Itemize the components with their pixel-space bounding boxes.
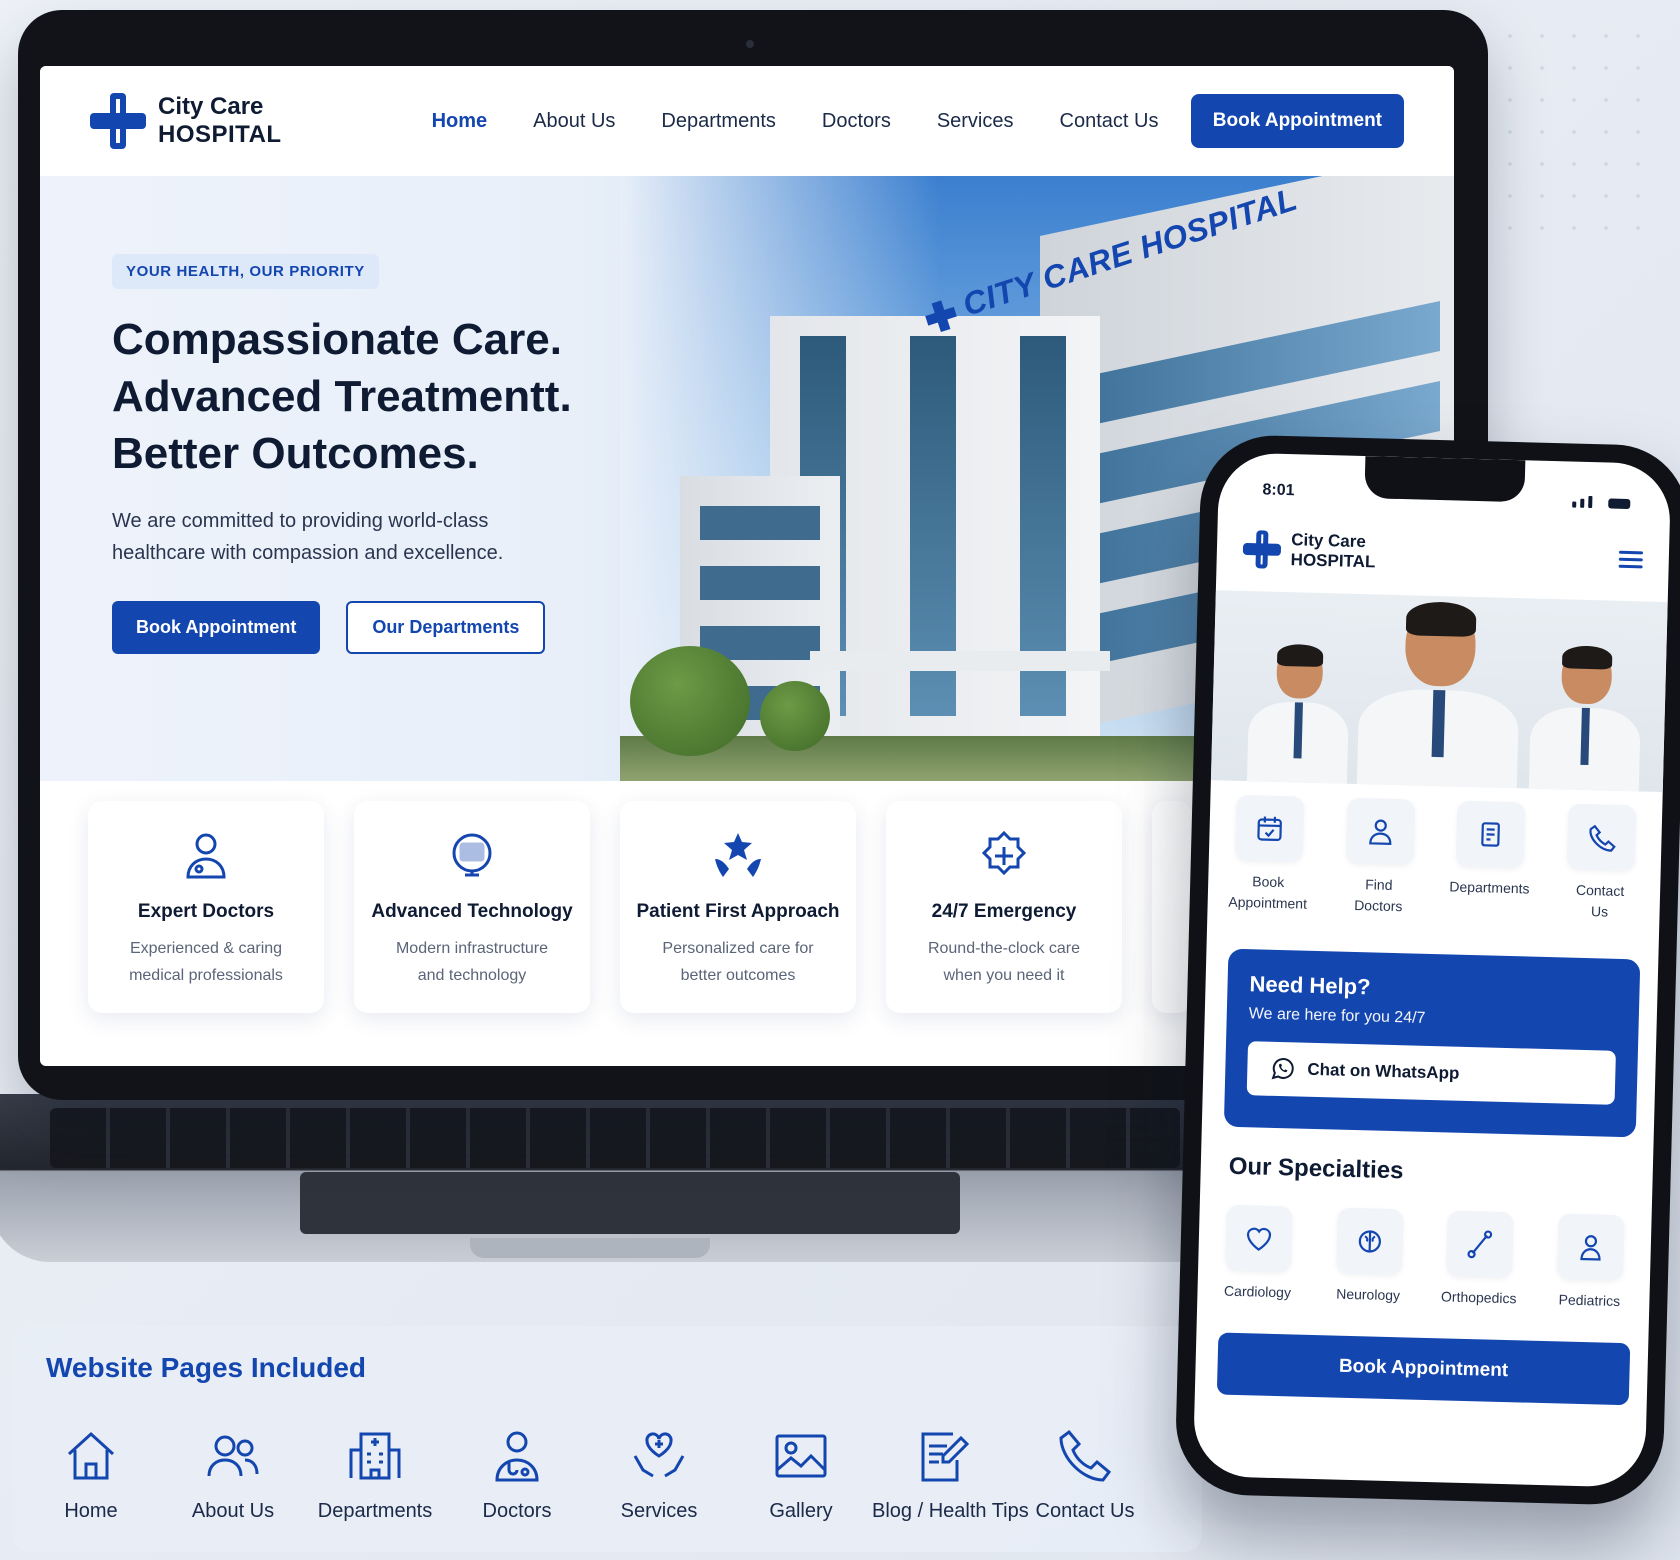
page-item-blog-health-tips[interactable]: Blog / Health Tips (872, 1426, 1029, 1523)
laptop-notch (470, 1238, 710, 1258)
navbar: City Care HOSPITAL Home About Us Departm… (40, 66, 1454, 176)
pages-panel-title: Website Pages Included (46, 1352, 367, 1383)
laptop-touchpad (300, 1172, 960, 1234)
logo-line-1: City Care (158, 93, 264, 121)
doctor-icon (179, 829, 233, 883)
specialty-pediatrics[interactable]: Pediatrics (1537, 1213, 1643, 1310)
doctors-photo (1210, 590, 1668, 792)
brain-icon (1358, 1230, 1381, 1253)
specialties-title: Our Specialties (1228, 1152, 1404, 1185)
hero-subtext: We are committed to providing world-clas… (112, 509, 504, 564)
feature-card-patient-first[interactable]: Patient First Approach Personalized care… (620, 801, 856, 1013)
website-pages-panel: Website Pages Included Home About Us Dep… (12, 1326, 1202, 1552)
building-icon (1481, 822, 1501, 847)
specialty-orthopedics[interactable]: Orthopedics (1427, 1210, 1533, 1307)
phone-icon (1059, 1429, 1112, 1482)
edit-icon (921, 1432, 970, 1482)
page-item-contact-us[interactable]: Contact Us (1014, 1426, 1156, 1523)
features-row: Expert Doctors Experienced & caring medic… (88, 801, 1192, 1013)
page-item-departments[interactable]: Departments (304, 1426, 446, 1523)
calendar-icon (1257, 816, 1282, 842)
specialty-neurology[interactable]: Neurology (1316, 1207, 1422, 1304)
nav-services[interactable]: Services (937, 110, 1014, 133)
hero-book-appointment-button[interactable]: Book Appointment (112, 600, 321, 654)
monitor-icon (445, 829, 499, 883)
phone-icon (1589, 824, 1616, 852)
medical-cross-icon (1242, 530, 1281, 569)
whatsapp-icon (1271, 1058, 1294, 1080)
doctor-icon (495, 1431, 539, 1482)
emergency-icon (977, 829, 1031, 883)
our-departments-button[interactable]: Our Departments (346, 600, 546, 654)
quick-find-doctors[interactable]: Find Doctors (1326, 797, 1433, 918)
specialties-list: Cardiology Neurology Orthopedics Pediatr… (1205, 1204, 1643, 1309)
hero-headline: Compassionate Care. Advanced Treatmentt.… (112, 315, 572, 479)
nav-about-us[interactable]: About Us (533, 110, 615, 133)
laptop-camera (746, 40, 754, 48)
home-icon (67, 1431, 115, 1480)
mobile-header: City Care HOSPITAL (1242, 529, 1644, 580)
feature-card-expert-doctors[interactable]: Expert Doctors Experienced & caring medic… (88, 801, 324, 1013)
heart-icon (1246, 1227, 1272, 1251)
quick-departments[interactable]: Departments (1437, 800, 1544, 921)
child-icon (1580, 1235, 1601, 1261)
nav-links: Home About Us Departments Doctors Servic… (432, 110, 1159, 133)
nav-contact-us[interactable]: Contact Us (1060, 110, 1159, 133)
feature-card-24-7-emergency[interactable]: 24/7 Emergency Round-the-clock care when … (886, 801, 1122, 1013)
page-item-doctors[interactable]: Doctors (446, 1426, 588, 1523)
status-bar: 8:01 (1262, 481, 1631, 510)
quick-actions: Book Appointment Find Doctors Departments … (1215, 794, 1654, 923)
mobile-logo[interactable]: City Care HOSPITAL (1290, 530, 1376, 573)
whatsapp-chat-button[interactable]: Chat on WhatsApp (1246, 1041, 1616, 1105)
help-subtitle: We are here for you 24/7 (1248, 1005, 1426, 1027)
help-title: Need Help? (1249, 971, 1371, 1000)
medical-cross-icon (90, 93, 146, 149)
mobile-website: 8:01 City Care HOSPITAL Book Appointment… (1192, 452, 1672, 1488)
nav-home[interactable]: Home (432, 110, 488, 133)
status-time: 8:01 (1262, 481, 1295, 500)
menu-icon[interactable] (1618, 547, 1644, 573)
image-icon (775, 1434, 827, 1478)
stars-hands-icon (711, 829, 765, 883)
site-logo[interactable]: City Care HOSPITAL (90, 93, 282, 149)
phone-mockup: 8:01 City Care HOSPITAL Book Appointment… (1174, 433, 1680, 1507)
feature-card-partial (1152, 801, 1192, 1013)
page-item-services[interactable]: Services (588, 1426, 730, 1523)
quick-book-appointment[interactable]: Book Appointment (1215, 794, 1322, 915)
signal-icon (1572, 490, 1631, 510)
hero-eyebrow: YOUR HEALTH, OUR PRIORITY (112, 254, 379, 289)
bone-icon (1467, 1230, 1493, 1259)
logo-line-2: HOSPITAL (158, 121, 282, 148)
quick-contact-us[interactable]: Contact Us (1547, 803, 1654, 924)
page-item-home[interactable]: Home (20, 1426, 162, 1523)
laptop-keyboard (50, 1108, 1180, 1168)
nav-book-appointment-button[interactable]: Book Appointment (1190, 94, 1404, 148)
need-help-card: Need Help? We are here for you 24/7 Chat… (1223, 948, 1641, 1138)
page-item-about-us[interactable]: About Us (162, 1426, 304, 1523)
page-item-gallery[interactable]: Gallery (730, 1426, 872, 1523)
nav-doctors[interactable]: Doctors (822, 110, 891, 133)
nav-departments[interactable]: Departments (661, 110, 776, 133)
specialty-cardiology[interactable]: Cardiology (1205, 1204, 1311, 1301)
care-hands-icon (633, 1432, 685, 1478)
users-icon (207, 1435, 259, 1477)
feature-card-advanced-technology[interactable]: Advanced Technology Modern infrastructur… (354, 801, 590, 1013)
pages-list: Home About Us Departments Doctors Servic… (20, 1426, 1156, 1523)
doctor-icon (1368, 819, 1392, 845)
building-icon (349, 1432, 401, 1480)
mobile-book-appointment-button[interactable]: Book Appointment (1216, 1332, 1631, 1406)
